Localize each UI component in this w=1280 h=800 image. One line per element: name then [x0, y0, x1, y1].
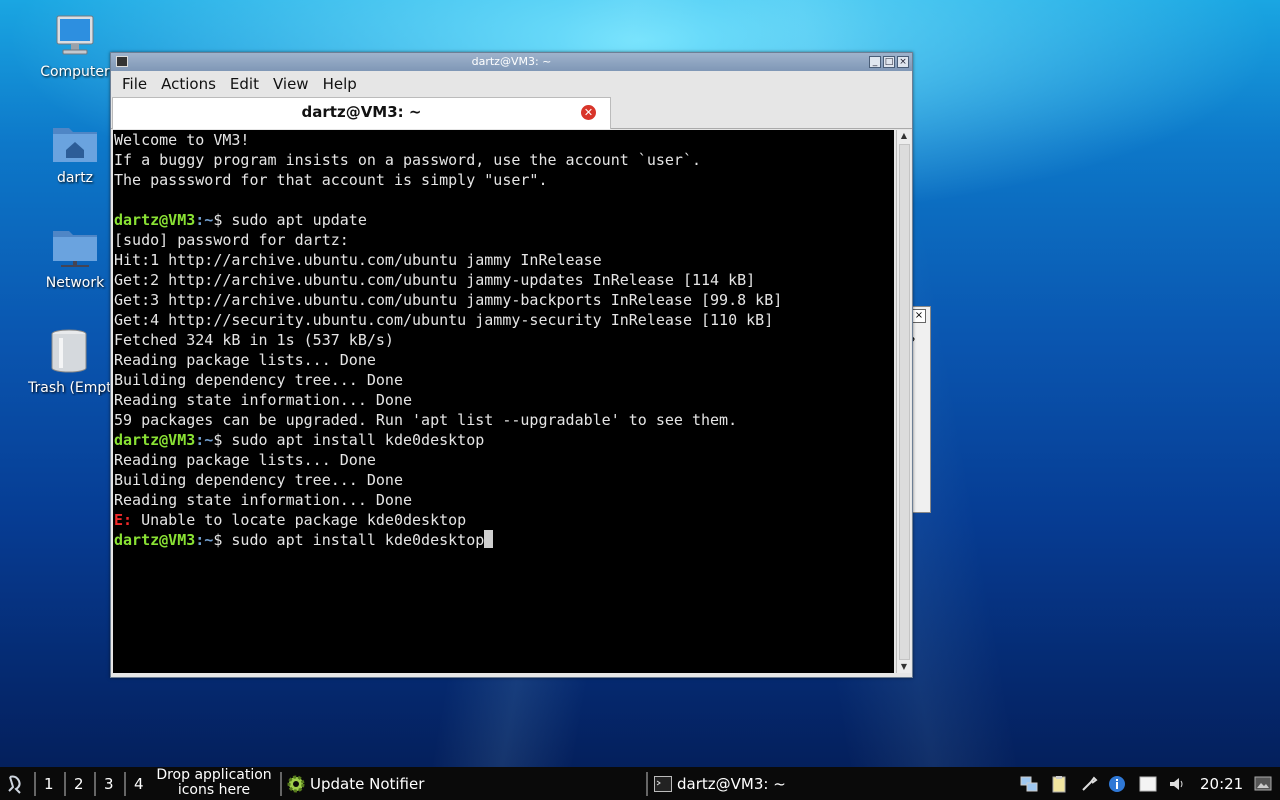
menu-bar: File Actions Edit View Help	[111, 71, 912, 96]
prompt-user: dartz@VM3	[114, 211, 196, 229]
workspace-1[interactable]: 1	[44, 775, 54, 793]
dialog-close-button[interactable]: ×	[912, 309, 926, 323]
trash-icon	[51, 329, 87, 373]
desktop-icon-label: dartz	[56, 170, 94, 186]
task-label: Update Notifier	[310, 774, 425, 793]
clipboard-icon[interactable]	[1050, 775, 1068, 793]
separator	[64, 772, 66, 796]
terminal-window[interactable]: dartz@VM3: ~ _ □ × File Actions Edit Vie…	[110, 52, 913, 678]
tools-icon[interactable]	[1080, 775, 1098, 793]
tab-close-icon[interactable]: ✕	[581, 105, 596, 120]
terminal-line: 59 packages can be upgraded. Run 'apt li…	[114, 411, 738, 429]
menu-file[interactable]: File	[115, 75, 154, 93]
terminal-line: Welcome to VM3!	[114, 131, 250, 149]
terminal-line: dartz@VM3:~$ sudo apt update	[114, 211, 367, 229]
prompt-path: :~	[195, 431, 214, 449]
menu-view[interactable]: View	[266, 75, 316, 93]
terminal-line: Reading package lists... Done	[114, 451, 376, 469]
separator	[94, 772, 96, 796]
window-title: dartz@VM3: ~	[471, 55, 552, 68]
prompt-user: dartz@VM3	[114, 531, 196, 549]
show-desktop-icon[interactable]	[1254, 775, 1272, 793]
terminal-line: dartz@VM3:~$ sudo apt install kde0deskto…	[114, 530, 494, 549]
taskbar: 1 2 3 4 Drop application icons here Upda…	[0, 767, 1280, 800]
volume-icon[interactable]	[1168, 775, 1186, 793]
terminal-line: Get:2 http://archive.ubuntu.com/ubuntu j…	[114, 271, 756, 289]
tab-title: dartz@VM3: ~	[301, 103, 422, 121]
terminal-icon	[654, 775, 672, 792]
clock[interactable]: 20:21	[1200, 775, 1243, 793]
separator	[280, 772, 282, 796]
terminal-line: Hit:1 http://archive.ubuntu.com/ubuntu j…	[114, 251, 602, 269]
quicklaunch-drop-area[interactable]: Drop application icons here	[150, 768, 278, 798]
terminal-scrollbar[interactable]: ▲ ▼	[896, 130, 911, 673]
terminal-line: Get:4 http://security.ubuntu.com/ubuntu …	[114, 311, 774, 329]
desktop-icon-label: Computer	[40, 64, 110, 80]
desktop-icon-network[interactable]: Network	[30, 225, 120, 291]
terminal-line: Fetched 324 kB in 1s (537 kB/s)	[114, 331, 394, 349]
command-text: $ sudo apt update	[213, 211, 367, 229]
workspace-3[interactable]: 3	[104, 775, 114, 793]
terminal-line: The passsword for that account is simply…	[114, 171, 548, 189]
prompt-path: :~	[195, 531, 214, 549]
command-text: $ sudo apt install kde0desktop	[213, 431, 485, 449]
desktop-icon-home[interactable]: dartz	[30, 120, 120, 186]
desktop-icon-trash[interactable]: Trash (Empty)	[28, 328, 110, 396]
terminal-line: dartz@VM3:~$ sudo apt install kde0deskto…	[114, 431, 484, 449]
window-titlebar[interactable]: dartz@VM3: ~ _ □ ×	[111, 53, 912, 71]
notes-icon[interactable]	[1139, 775, 1157, 793]
scroll-down-icon[interactable]: ▼	[897, 661, 911, 673]
error-prefix: E:	[114, 511, 133, 529]
terminal-line: Building dependency tree... Done	[114, 471, 403, 489]
prompt-path: :~	[195, 211, 214, 229]
separator	[646, 772, 648, 796]
terminal-line: If a buggy program insists on a password…	[114, 151, 701, 169]
home-folder-icon	[53, 128, 97, 162]
terminal-app-icon[interactable]	[116, 56, 128, 67]
menu-help[interactable]: Help	[316, 75, 364, 93]
prompt-user: dartz@VM3	[114, 431, 196, 449]
task-update-notifier[interactable]: Update Notifier	[286, 767, 424, 800]
tab-bar: dartz@VM3: ~ ✕	[111, 96, 912, 129]
scroll-up-icon[interactable]: ▲	[897, 130, 911, 142]
terminal-text: Welcome to VM3! If a buggy program insis…	[113, 130, 894, 550]
minimize-button[interactable]: _	[869, 56, 881, 68]
desktop-icon-label: Trash (Empty)	[28, 380, 110, 396]
desktop-icon-label: Network	[45, 275, 105, 291]
network-folder-icon	[53, 231, 97, 267]
text-cursor	[484, 530, 494, 548]
workspace-2[interactable]: 2	[74, 775, 84, 793]
terminal-line: Get:3 http://archive.ubuntu.com/ubuntu j…	[114, 291, 783, 309]
terminal-output[interactable]: Welcome to VM3! If a buggy program insis…	[113, 130, 894, 673]
network-icon[interactable]	[1020, 775, 1038, 793]
terminal-line: Reading state information... Done	[114, 391, 413, 409]
tab-terminal[interactable]: dartz@VM3: ~ ✕	[112, 97, 611, 129]
command-text: $ sudo apt install kde0desktop	[213, 531, 485, 549]
desktop-icon-computer[interactable]: Computer	[30, 14, 120, 80]
terminal-line: Building dependency tree... Done	[114, 371, 403, 389]
separator	[34, 772, 36, 796]
workspace-4[interactable]: 4	[134, 775, 144, 793]
maximize-button[interactable]: □	[883, 56, 895, 68]
task-terminal[interactable]: dartz@VM3: ~	[654, 767, 786, 800]
close-button[interactable]: ×	[897, 56, 909, 68]
separator	[124, 772, 126, 796]
terminal-line: E: Unable to locate package kde0desktop	[114, 511, 466, 529]
info-icon[interactable]	[1108, 775, 1126, 793]
terminal-line: Reading state information... Done	[114, 491, 413, 509]
task-label: dartz@VM3: ~	[677, 774, 786, 793]
terminal-line: Reading package lists... Done	[114, 351, 376, 369]
app-menu-icon[interactable]	[5, 773, 27, 795]
menu-actions[interactable]: Actions	[154, 75, 223, 93]
scrollbar-thumb[interactable]	[899, 144, 910, 660]
menu-edit[interactable]: Edit	[223, 75, 266, 93]
gear-icon	[287, 775, 305, 792]
terminal-line: [sudo] password for dartz:	[114, 231, 349, 249]
error-text: Unable to locate package kde0desktop	[132, 511, 467, 529]
computer-icon	[56, 15, 94, 55]
